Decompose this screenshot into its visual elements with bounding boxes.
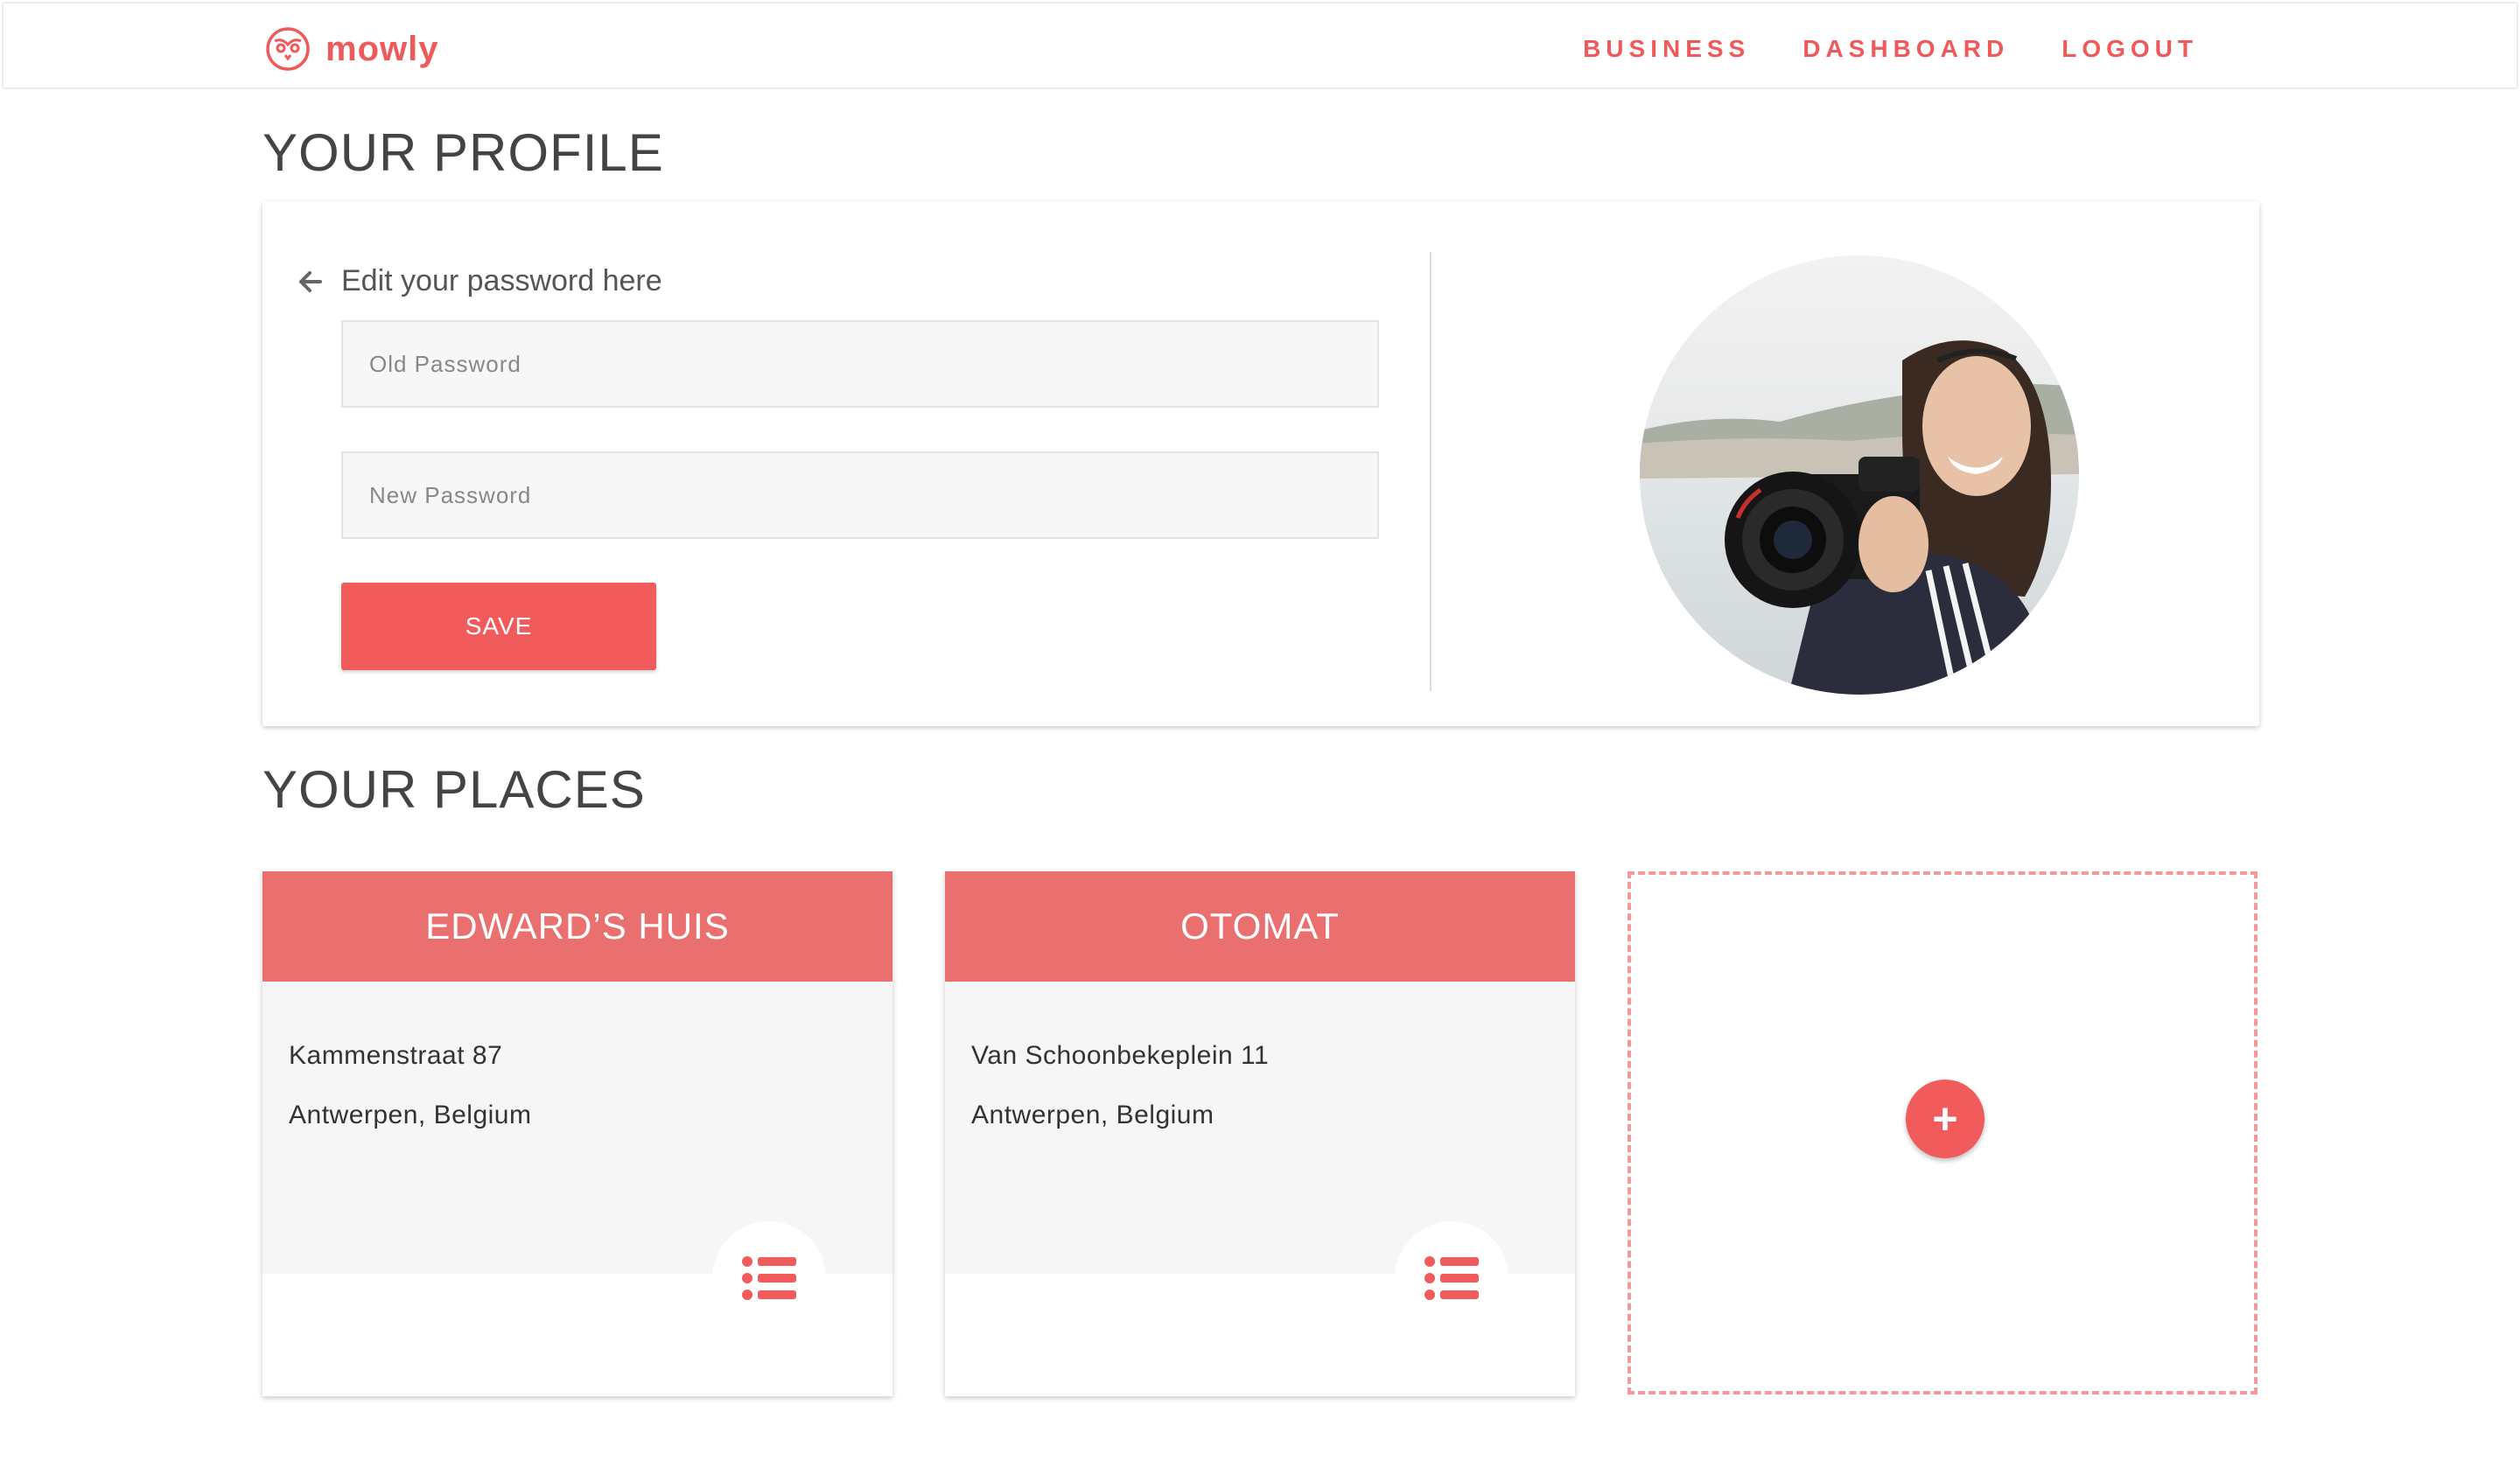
profile-title: YOUR PROFILE [262,123,664,182]
profile-photo [1640,255,2079,695]
add-place-card[interactable]: + [1628,871,2258,1395]
save-button[interactable]: SAVE [341,583,656,670]
avatar [1640,255,2079,695]
nav-logout[interactable]: LOGOUT [2062,30,2198,68]
place-list-button[interactable] [712,1221,826,1335]
places-title: YOUR PLACES [262,760,646,819]
add-place-button[interactable]: + [1906,1080,1984,1158]
list-icon [742,1256,796,1300]
place-city: Antwerpen, Belgium [289,1101,532,1129]
place-list-button[interactable] [1395,1221,1508,1335]
brand-logo[interactable]: mowly [264,24,438,73]
place-name: OTOMAT [945,871,1575,982]
list-icon [1424,1256,1479,1300]
top-navbar: mowly BUSINESS DASHBOARD LOGOUT [2,2,2518,89]
arrow-left-icon [299,270,322,292]
nav-dashboard[interactable]: DASHBOARD [1802,30,2009,68]
brand-name: mowly [326,29,439,68]
back-row[interactable]: Edit your password here [298,264,662,298]
new-password-input[interactable] [341,451,1379,539]
place-street: Van Schoonbekeplein 11 [971,1041,1270,1070]
owl-icon [266,27,310,71]
edit-password-label: Edit your password here [341,264,662,297]
nav-links: BUSINESS DASHBOARD LOGOUT [1530,30,2198,68]
old-password-input[interactable] [341,320,1379,408]
vertical-divider [1430,252,1432,691]
nav-business[interactable]: BUSINESS [1583,30,1750,68]
plus-icon: + [1932,1094,1958,1143]
place-city: Antwerpen, Belgium [971,1101,1214,1129]
place-street: Kammenstraat 87 [289,1041,503,1070]
profile-card: Edit your password here SAVE [262,201,2259,726]
place-card[interactable]: EDWARD’S HUIS Kammenstraat 87 Antwerpen,… [262,871,892,1396]
place-card[interactable]: OTOMAT Van Schoonbekeplein 11 Antwerpen,… [945,871,1575,1396]
place-name: EDWARD’S HUIS [262,871,892,982]
